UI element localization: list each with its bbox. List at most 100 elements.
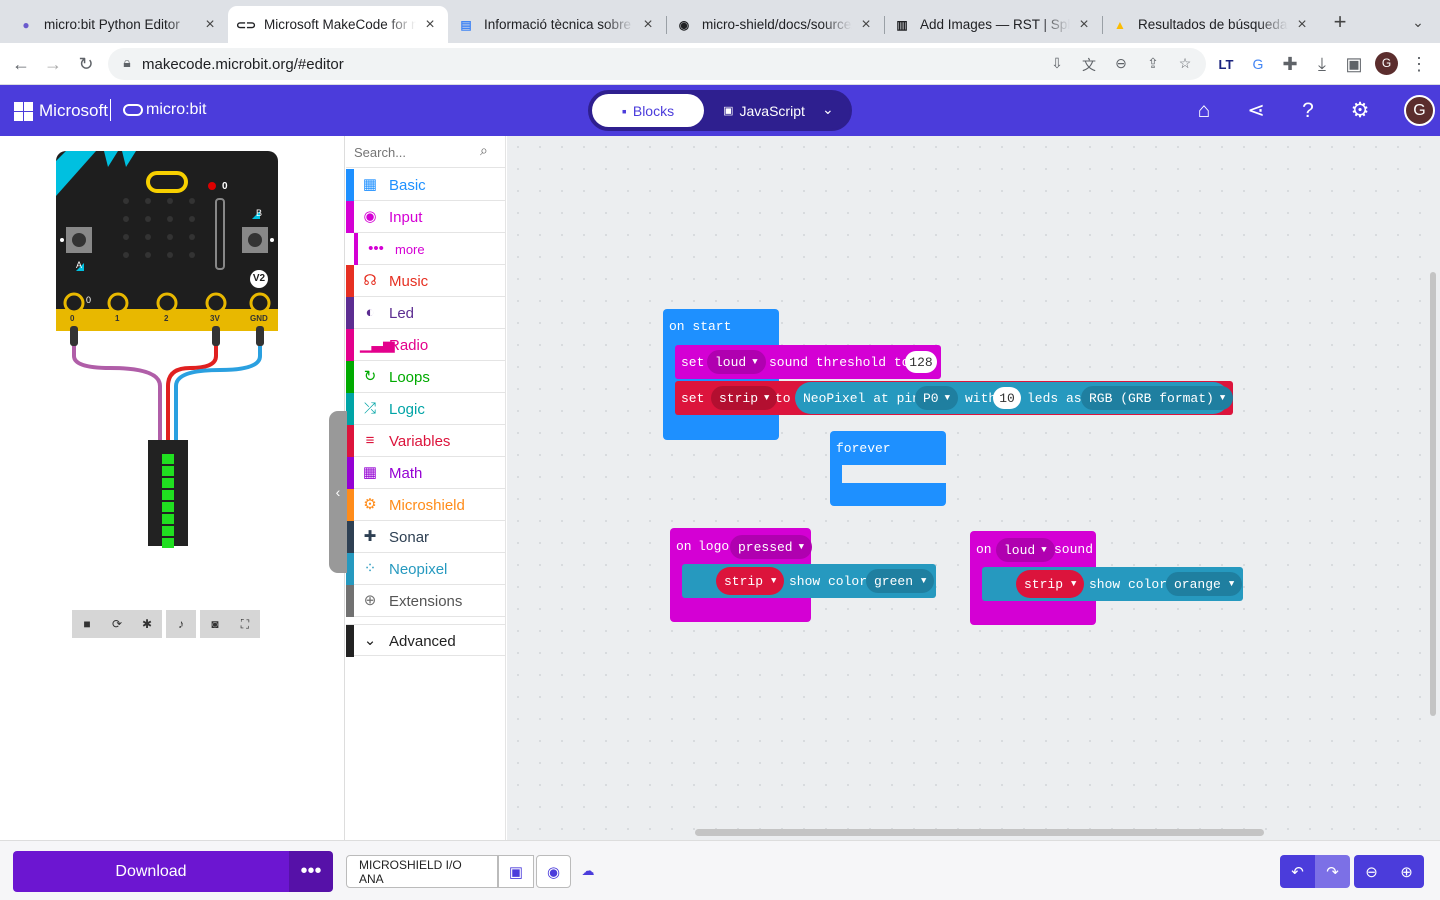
home-icon[interactable]: ⌂ — [1190, 97, 1218, 125]
logo-event-dropdown[interactable]: pressed ▼ — [730, 535, 813, 559]
close-icon[interactable]: × — [640, 16, 656, 34]
javascript-mode-button[interactable]: ▣ JavaScript — [714, 94, 814, 127]
threshold-value-input[interactable]: 128 — [905, 351, 937, 373]
color-dropdown[interactable]: orange ▼ — [1166, 572, 1243, 596]
toolbox-category-input[interactable]: ◉ Input — [346, 201, 506, 233]
blocks-workspace[interactable]: on start set loud ▼ sound threshold to 12… — [507, 136, 1440, 840]
toolbox-category-led[interactable]: ◐ Led — [346, 297, 506, 329]
strip-variable-reporter[interactable]: strip ▼ — [1016, 570, 1085, 598]
microsoft-logo[interactable]: Microsoft — [14, 101, 108, 121]
fullscreen-icon[interactable]: ⛶ — [230, 610, 260, 638]
toolbox-category-loops[interactable]: ↻ Loops — [346, 361, 506, 393]
cloud-icon[interactable]: ☁ — [580, 863, 596, 879]
format-dropdown[interactable]: RGB (GRB format) ▼ — [1081, 386, 1234, 410]
toolbox-category-microshield[interactable]: ⚙ Microshield — [346, 489, 506, 521]
save-icon[interactable]: ▣ — [498, 855, 534, 888]
zoom-in-icon[interactable]: ⊕ — [1389, 855, 1424, 888]
close-icon[interactable]: × — [1076, 16, 1092, 34]
undo-icon[interactable]: ↶ — [1280, 855, 1315, 888]
toolbox-category-basic[interactable]: ▦ Basic — [346, 169, 506, 201]
search-icon[interactable]: ⌕ — [480, 142, 488, 159]
restart-icon[interactable]: ⟳ — [102, 610, 132, 638]
stop-icon[interactable]: ■ — [72, 610, 102, 638]
blocks-mode-button[interactable]: ▪ Blocks — [592, 94, 704, 127]
share-icon[interactable]: ⇪ — [1144, 55, 1162, 73]
show-color-block[interactable]: strip ▼ show color orange ▼ — [982, 567, 1243, 601]
user-avatar[interactable]: G — [1404, 95, 1435, 126]
address-bar[interactable]: 🔒︎ makecode.microbit.org/#editor ⇩ 文 ⊖ ⇪… — [108, 48, 1206, 80]
google-translate-extension-icon[interactable]: G — [1245, 51, 1271, 77]
zoom-out-icon[interactable]: ⊖ — [1354, 855, 1389, 888]
close-icon[interactable]: × — [422, 16, 438, 34]
screenshot-camera-icon[interactable]: ◙ — [200, 610, 230, 638]
back-button[interactable]: ← — [8, 51, 34, 77]
zoom-icon[interactable]: ⊖ — [1112, 55, 1130, 73]
browser-tab[interactable]: ▥ Add Images — RST | Sphinx × — [884, 6, 1102, 43]
downloads-icon[interactable]: ⤓ — [1309, 51, 1335, 77]
led-count-input[interactable]: 10 — [993, 387, 1021, 409]
toolbox-category-variables[interactable]: ≡ Variables — [346, 425, 506, 457]
browser-tab[interactable]: ◉ micro-shield/docs/source/ × — [666, 6, 884, 43]
reload-button[interactable]: ↻ — [73, 51, 99, 77]
collapse-simulator-handle[interactable]: ‹ — [329, 411, 347, 573]
settings-gear-icon[interactable]: ⚙ — [1346, 97, 1374, 125]
close-icon[interactable]: × — [858, 16, 874, 34]
toolbox-category-extensions[interactable]: ⊕ Extensions — [346, 585, 506, 617]
side-panel-icon[interactable]: ▣ — [1341, 51, 1367, 77]
toolbox-category-logic[interactable]: ⤮ Logic — [346, 393, 506, 425]
set-sound-threshold-block[interactable]: set loud ▼ sound threshold to 128 — [675, 345, 941, 379]
block-label: on — [976, 542, 992, 557]
browser-tab-active[interactable]: ⊂⊃ Microsoft MakeCode for micro:bit × — [228, 6, 448, 43]
translate-icon[interactable]: 文 — [1080, 55, 1098, 73]
toolbox-category-neopixel[interactable]: ⁘ Neopixel — [346, 553, 506, 585]
toolbox-category-input-more[interactable]: ••• more — [346, 233, 506, 265]
tab-search-icon[interactable]: ⌄ — [1408, 12, 1428, 32]
close-icon[interactable]: × — [1294, 16, 1310, 34]
toolbox-category-sonar[interactable]: ✚ Sonar — [346, 521, 506, 553]
new-tab-button[interactable]: + — [1330, 11, 1350, 33]
share-icon[interactable]: ⋖ — [1242, 97, 1270, 125]
set-strip-block[interactable]: set strip ▼ to NeoPixel at pin P0 ▼ with 1… — [675, 381, 1234, 415]
browser-tab[interactable]: ● micro:bit Python Editor × — [8, 6, 228, 43]
sound-level-dropdown[interactable]: loud ▼ — [996, 538, 1055, 562]
show-color-block[interactable]: strip ▼ show color green ▼ — [682, 564, 936, 598]
vertical-scrollbar[interactable] — [1430, 272, 1436, 716]
lock-icon[interactable]: 🔒︎ — [118, 54, 136, 72]
extensions-puzzle-icon[interactable]: ✚ — [1277, 51, 1303, 77]
browser-tab[interactable]: ▲ Resultados de búsqueda - × — [1102, 6, 1320, 43]
pin-dropdown[interactable]: P0 ▼ — [915, 386, 959, 410]
forward-button[interactable]: → — [40, 51, 66, 77]
more-download-options-button[interactable]: ••• — [289, 851, 333, 892]
debug-bug-icon[interactable]: ✱ — [132, 610, 162, 638]
browser-tab[interactable]: ▤ Informació tècnica sobre la × — [448, 6, 666, 43]
sound-icon[interactable]: ♪ — [166, 610, 196, 638]
download-button[interactable]: Download — [13, 851, 289, 892]
chevron-down-icon[interactable]: ⌄ — [822, 101, 834, 118]
toolbox-category-music[interactable]: ☊ Music — [346, 265, 506, 297]
version-badge: V2 — [252, 273, 266, 284]
forever-empty-slot — [842, 465, 946, 483]
forever-block[interactable]: forever — [830, 431, 946, 506]
toolbox-category-radio[interactable]: ▁▃▅ Radio — [346, 329, 506, 361]
help-icon[interactable]: ? — [1294, 97, 1322, 125]
browser-menu-icon[interactable]: ⋮ — [1406, 51, 1432, 77]
variable-dropdown[interactable]: loud ▼ — [707, 350, 766, 374]
toolbox-category-math[interactable]: ▦ Math — [346, 457, 506, 489]
profile-avatar[interactable]: G — [1375, 52, 1398, 75]
project-name-input[interactable]: MICROSHIELD I/O ANA — [346, 855, 498, 888]
category-color-bar — [346, 233, 358, 265]
color-dropdown[interactable]: green ▼ — [866, 569, 935, 593]
toolbox-search-input[interactable] — [354, 143, 474, 161]
variable-dropdown[interactable]: strip ▼ — [711, 386, 778, 410]
neopixel-create-block[interactable]: NeoPixel at pin P0 ▼ with 10 leds as RGB … — [795, 382, 1234, 414]
redo-icon[interactable]: ↷ — [1315, 855, 1350, 888]
close-icon[interactable]: × — [202, 16, 218, 34]
strip-variable-reporter[interactable]: strip ▼ — [716, 567, 785, 595]
horizontal-scrollbar[interactable] — [695, 829, 1264, 836]
languagetool-extension-icon[interactable]: LT — [1213, 51, 1239, 77]
toolbox-category-advanced[interactable]: ⌄ Advanced — [346, 624, 506, 657]
microbit-logo[interactable]: micro:bit — [123, 101, 206, 119]
github-icon[interactable]: ◉ — [536, 855, 571, 888]
bookmark-star-icon[interactable]: ☆ — [1176, 55, 1194, 73]
install-app-icon[interactable]: ⇩ — [1048, 55, 1066, 73]
